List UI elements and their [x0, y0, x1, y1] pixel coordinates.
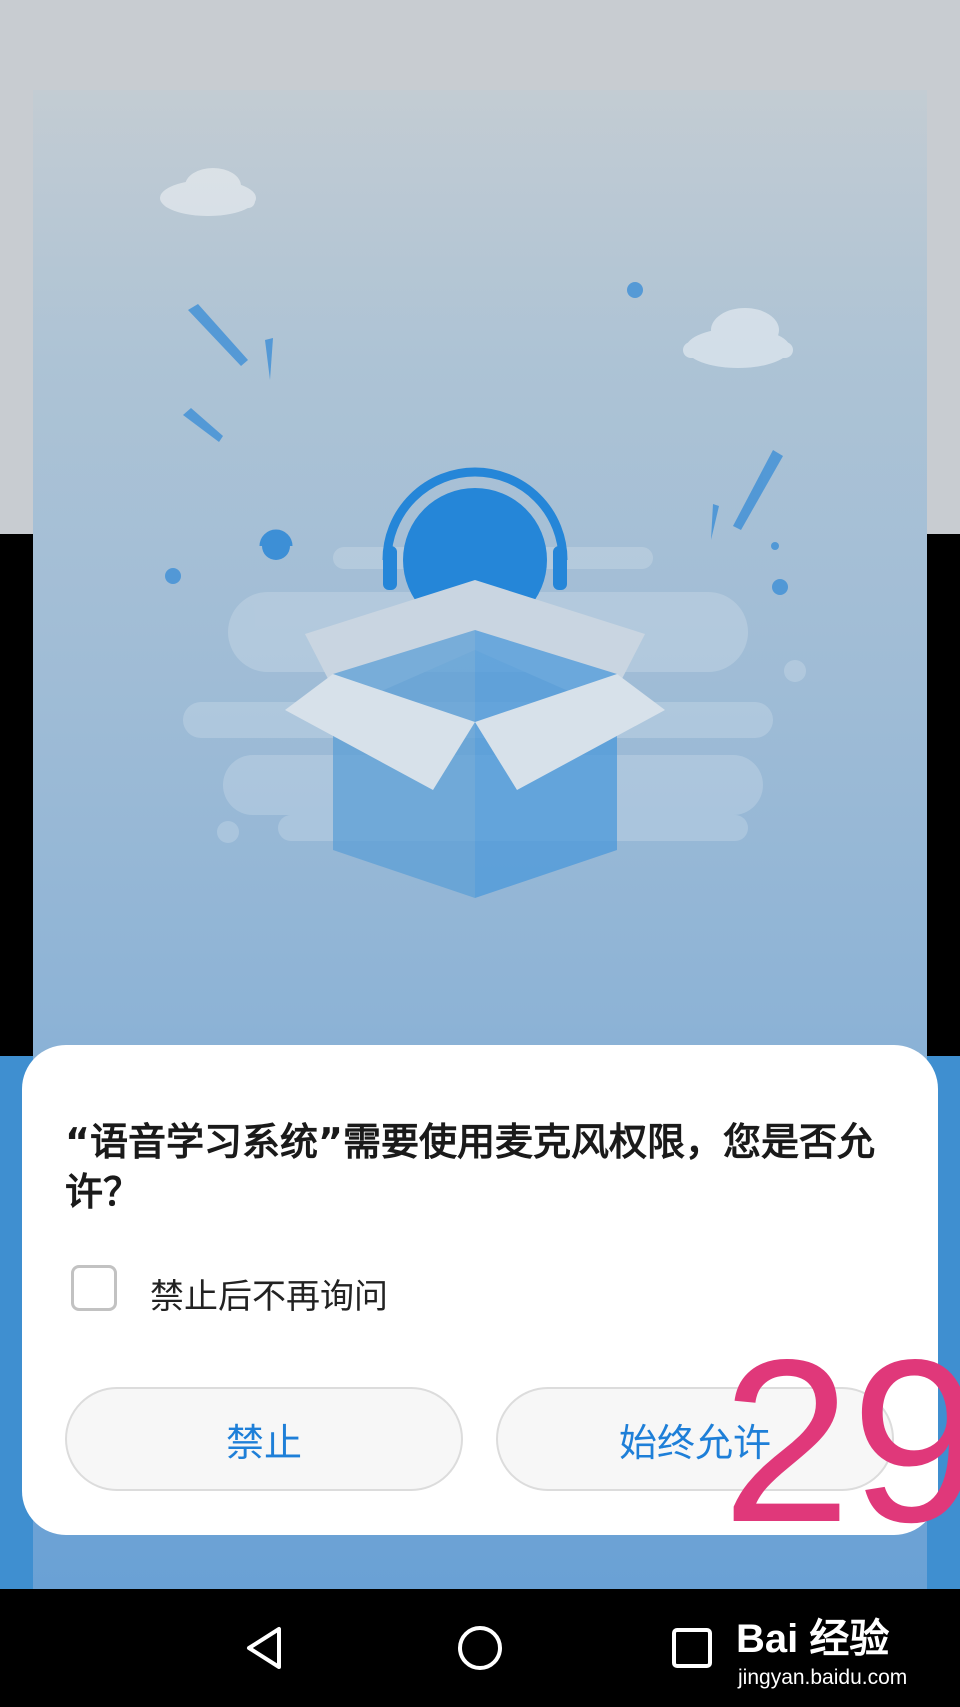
watermark-url: jingyan.baidu.com — [738, 1666, 908, 1689]
home-icon — [458, 1626, 502, 1670]
home-button[interactable] — [440, 1613, 520, 1683]
baidu-watermark: Bai 经验 jingyan.baidu.com — [736, 1600, 960, 1707]
cloud-icon — [683, 308, 793, 368]
back-button[interactable] — [226, 1613, 306, 1683]
recent-apps-icon — [672, 1628, 712, 1668]
watermark-logo-text: Bai 经验 — [736, 1617, 890, 1661]
page-number-overlay: 29 — [722, 1312, 960, 1571]
dont-ask-again-checkbox[interactable] — [71, 1265, 117, 1311]
deny-button-label: 禁止 — [225, 1420, 302, 1465]
dialog-title: “语音学习系统”需要使用麦克风权限，您是否允许？ — [65, 1120, 875, 1214]
checkbox-label: 禁止后不再询问 — [150, 1277, 388, 1317]
box-icon — [285, 580, 665, 898]
recent-apps-button[interactable] — [652, 1613, 732, 1683]
deny-button[interactable]: 禁止 — [65, 1387, 463, 1491]
back-icon — [247, 1627, 281, 1669]
cloud-icon — [160, 168, 256, 216]
